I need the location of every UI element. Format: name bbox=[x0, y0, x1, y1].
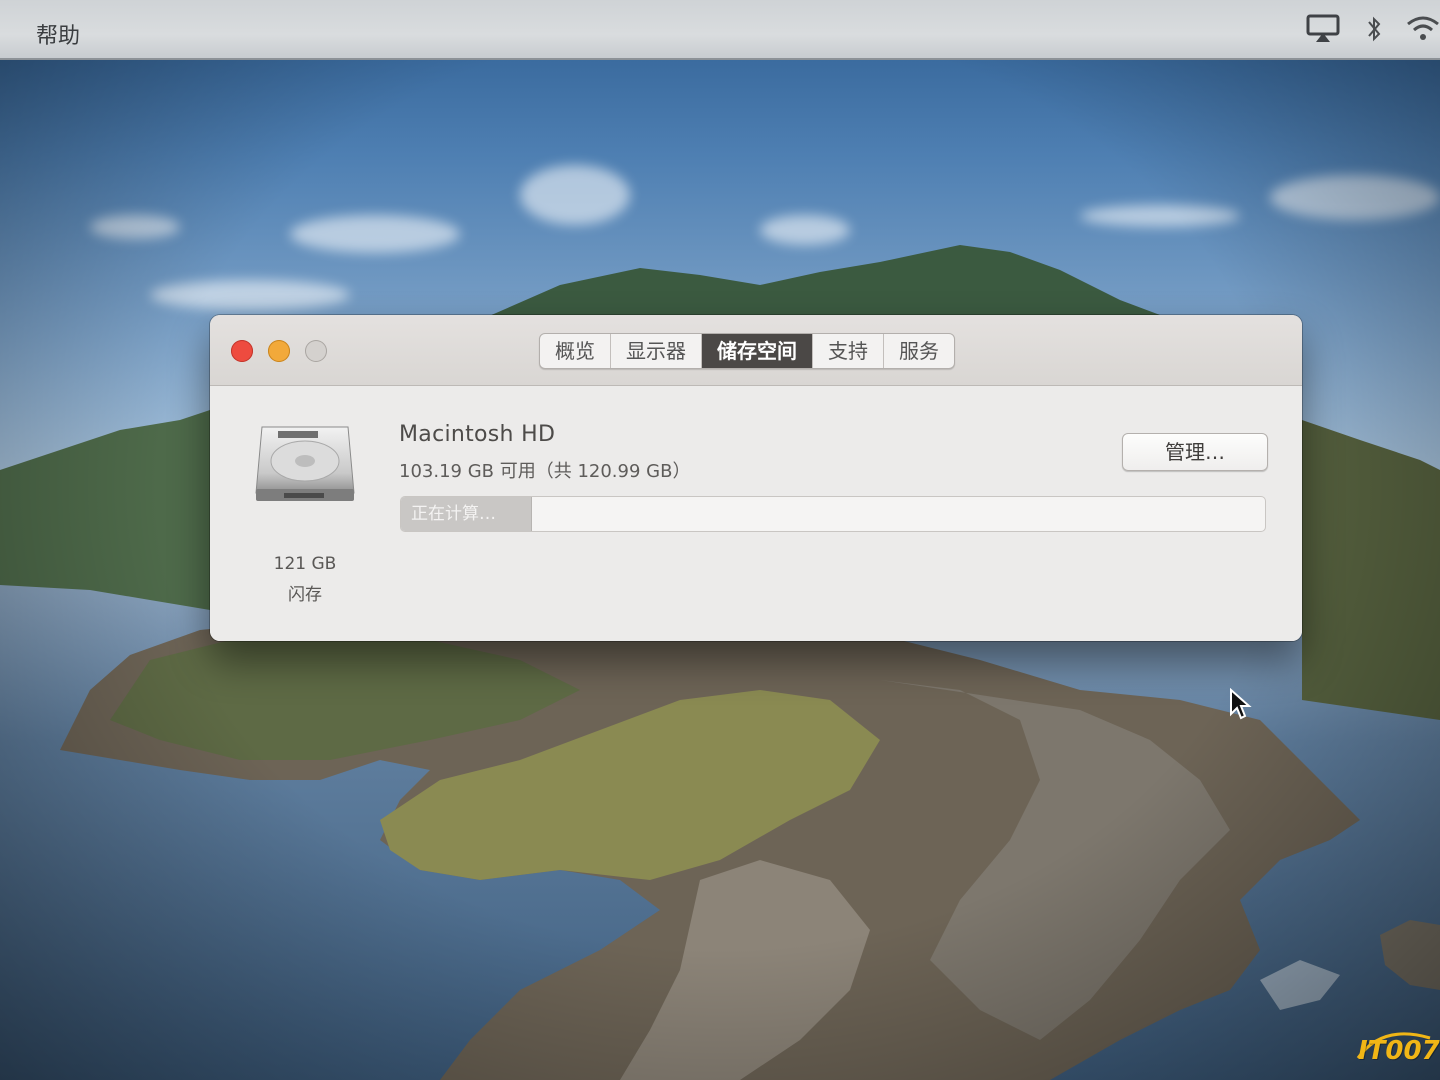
storage-usage-bar: 正在计算… bbox=[400, 496, 1266, 532]
window-titlebar[interactable]: 概览 显示器 储存空间 支持 服务 bbox=[210, 315, 1302, 386]
tab-service[interactable]: 服务 bbox=[884, 334, 954, 368]
volume-name: Macintosh HD bbox=[399, 422, 556, 447]
disk-capacity: 121 GB bbox=[273, 554, 337, 574]
tab-overview[interactable]: 概览 bbox=[540, 334, 611, 368]
mouse-cursor-icon bbox=[1229, 687, 1253, 726]
zoom-button[interactable] bbox=[305, 340, 327, 362]
hard-drive-icon bbox=[254, 423, 356, 503]
tab-support[interactable]: 支持 bbox=[813, 334, 884, 368]
watermark-text: IT007 bbox=[1358, 1036, 1440, 1066]
airplay-icon[interactable] bbox=[1306, 14, 1340, 48]
minimize-button[interactable] bbox=[268, 340, 290, 362]
disk-type: 闪存 bbox=[288, 585, 322, 605]
bluetooth-icon[interactable] bbox=[1366, 14, 1382, 48]
tab-displays[interactable]: 显示器 bbox=[611, 334, 702, 368]
tab-bar: 概览 显示器 储存空间 支持 服务 bbox=[539, 333, 955, 369]
storage-panel: 121 GB 闪存 Macintosh HD 103.19 GB 可用（共 12… bbox=[210, 386, 1302, 641]
calculating-label: 正在计算… bbox=[411, 504, 496, 524]
about-this-mac-window: 概览 显示器 储存空间 支持 服务 121 GB 闪存 Macintosh HD… bbox=[210, 315, 1302, 641]
menu-bar: 帮助 bbox=[0, 0, 1440, 60]
wifi-icon[interactable] bbox=[1406, 14, 1440, 48]
tab-storage[interactable]: 储存空间 bbox=[702, 334, 813, 368]
menu-help[interactable]: 帮助 bbox=[36, 18, 80, 50]
manage-button[interactable]: 管理… bbox=[1122, 433, 1268, 471]
close-button[interactable] bbox=[231, 340, 253, 362]
volume-available: 103.19 GB 可用（共 120.99 GB） bbox=[399, 461, 691, 482]
